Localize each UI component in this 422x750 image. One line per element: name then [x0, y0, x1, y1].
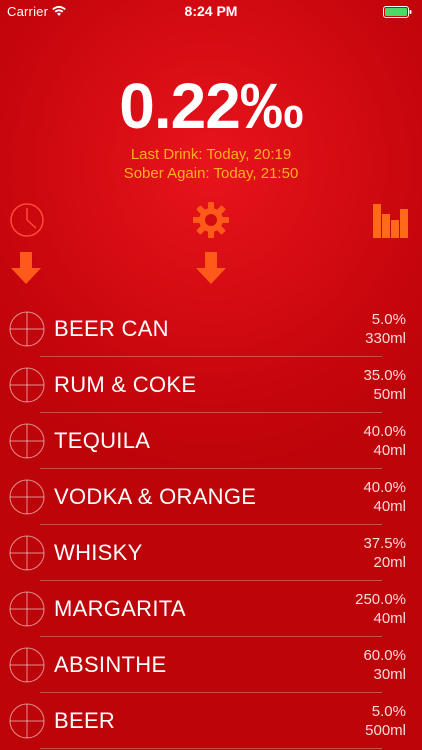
drink-abv: 60.0% [363, 647, 406, 664]
arrow-down-icon [196, 252, 226, 284]
clock-icon[interactable] [9, 202, 45, 238]
add-icon[interactable] [9, 479, 45, 515]
drink-abv: 40.0% [363, 479, 406, 496]
drink-row-margarita[interactable]: MARGARITA 250.0% 40ml [0, 581, 422, 637]
drink-volume: 30ml [373, 666, 406, 683]
drink-name: MARGARITA [54, 596, 186, 621]
drink-abv: 37.5% [363, 535, 406, 552]
drink-volume: 20ml [373, 554, 406, 571]
drink-row-vodka-orange[interactable]: VODKA & ORANGE 40.0% 40ml [0, 469, 422, 525]
add-icon[interactable] [9, 423, 45, 459]
add-icon[interactable] [9, 647, 45, 683]
drink-volume: 50ml [373, 386, 406, 403]
drink-abv: 35.0% [363, 367, 406, 384]
drink-name: VODKA & ORANGE [54, 484, 257, 509]
drink-row-beer[interactable]: BEER 5.0% 500ml [0, 693, 422, 749]
drink-volume: 40ml [373, 610, 406, 627]
drink-name: TEQUILA [54, 428, 151, 453]
add-icon[interactable] [9, 311, 45, 347]
drink-volume: 330ml [365, 330, 406, 347]
status-time: 8:24 PM [184, 3, 238, 19]
drink-row-beer-can[interactable]: BEER CAN 5.0% 330ml [0, 301, 422, 357]
drink-row-whisky[interactable]: WHISKY 37.5% 20ml [0, 525, 422, 581]
add-icon[interactable] [9, 535, 45, 571]
gear-icon[interactable] [192, 201, 230, 239]
arrow-down-icon [11, 252, 41, 284]
status-bar: Carrier 8:24 PM [0, 0, 422, 24]
last-drink-label: Last Drink: Today, 20:19 [130, 146, 292, 163]
add-icon[interactable] [9, 591, 45, 627]
drink-abv: 5.0% [371, 311, 406, 328]
drink-row-rum-coke[interactable]: RUM & COKE 35.0% 50ml [0, 357, 422, 413]
add-icon[interactable] [9, 703, 45, 739]
drink-row-absinthe[interactable]: ABSINTHE 60.0% 30ml [0, 637, 422, 693]
drink-name: BEER [54, 708, 116, 733]
battery-icon [383, 6, 412, 18]
drink-volume: 40ml [373, 442, 406, 459]
add-icon[interactable] [9, 367, 45, 403]
drink-volume: 500ml [365, 722, 406, 739]
bar-chart-icon[interactable] [371, 200, 411, 240]
drink-name: WHISKY [54, 540, 143, 565]
drink-name: BEER CAN [54, 316, 169, 341]
drink-abv: 40.0% [363, 423, 406, 440]
drink-row-tequila[interactable]: TEQUILA 40.0% 40ml [0, 413, 422, 469]
bac-value: 0.22‰ [119, 70, 304, 142]
drink-abv: 5.0% [371, 703, 406, 720]
drink-list: BEER CAN 5.0% 330ml RUM & COKE 35.0% 50m… [0, 301, 422, 749]
drink-name: RUM & COKE [54, 372, 197, 397]
drink-abv: 250.0% [355, 591, 406, 608]
row-divider [40, 748, 382, 749]
drink-volume: 40ml [373, 498, 406, 515]
drink-name: ABSINTHE [54, 652, 167, 677]
sober-again-label: Sober Again: Today, 21:50 [123, 165, 299, 182]
